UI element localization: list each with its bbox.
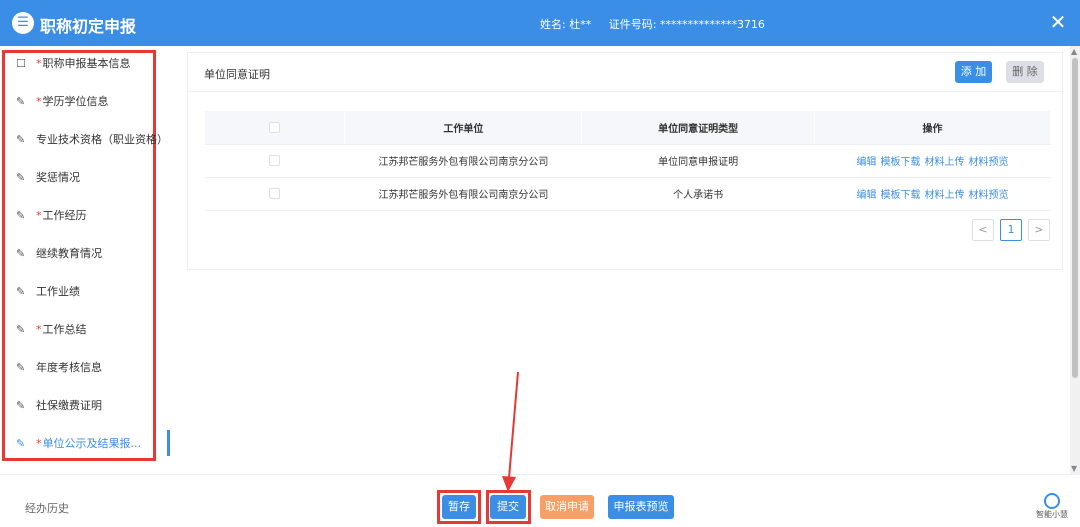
required-mark: * [36, 209, 42, 222]
type-cell: 个人承诺书 [581, 177, 815, 211]
row-select-cell[interactable] [205, 177, 345, 211]
column-header-type: 单位同意证明类型 [581, 111, 816, 145]
sidebar-item[interactable]: ✎ *工作总结 [16, 320, 87, 340]
sidebar-item[interactable]: ✎ *单位公示及结果报... [16, 434, 141, 454]
preview-link[interactable]: 材料预览 [969, 157, 1009, 168]
sidebar-item-label: 单位公示及结果报... [42, 437, 142, 450]
section-title: 单位同意证明 [204, 68, 270, 81]
sidebar-item-label: 职称申报基本信息 [42, 57, 131, 70]
pencil-icon: ✎ [16, 323, 26, 336]
upload-link[interactable]: 材料上传 [925, 157, 965, 168]
close-icon[interactable]: ✕ [1046, 10, 1070, 34]
scroll-down-icon[interactable]: ▼ [1071, 464, 1077, 473]
table-row: 江苏邦芒服务外包有限公司南京分公司 单位同意申报证明 编辑 模板下载 材料上传 材料预… [205, 144, 1051, 178]
row-select-cell[interactable] [205, 144, 345, 178]
arrow-line [508, 371, 519, 479]
sidebar-item-label: 专业技术资格（职业资格） [36, 133, 168, 146]
submit-button[interactable]: 提交 [490, 495, 526, 519]
current-page-button[interactable]: 1 [1000, 219, 1022, 241]
sidebar-item-label: 工作总结 [42, 323, 87, 336]
pencil-icon: ✎ [16, 171, 26, 184]
preview-link[interactable]: 材料预览 [969, 190, 1009, 201]
cancel-application-button[interactable]: 取消申请 [540, 495, 594, 519]
save-button[interactable]: 暂存 [442, 495, 476, 519]
table-row: 江苏邦芒服务外包有限公司南京分公司 个人承诺书 编辑 模板下载 材料上传 材料预览 [205, 177, 1051, 211]
add-button[interactable]: 添 加 [955, 61, 992, 83]
sidebar-item[interactable]: ✎ 奖惩情况 [16, 168, 80, 188]
sidebar-item-label: 学历学位信息 [42, 95, 109, 108]
type-cell: 单位同意申报证明 [581, 144, 815, 178]
delete-button[interactable]: 删 除 [1006, 61, 1044, 83]
active-indicator [167, 430, 170, 456]
upload-link[interactable]: 材料上传 [925, 190, 965, 201]
next-page-button[interactable]: > [1028, 219, 1050, 241]
sidebar-item[interactable]: ✎ 专业技术资格（职业资格） [16, 130, 168, 150]
assistant-label: 智能小慧 [1036, 510, 1068, 519]
sidebar-item[interactable]: ☐ *职称申报基本信息 [16, 54, 131, 74]
required-mark: * [36, 95, 42, 108]
consent-table: 工作单位 单位同意证明类型 操作 江苏邦芒服务外包有限公司南京分公司 单位同意申… [205, 111, 1051, 211]
sidebar-item-label: 奖惩情况 [36, 171, 80, 184]
edit-link[interactable]: 编辑 [857, 190, 877, 201]
edit-icon: ☐ [16, 57, 26, 70]
sidebar-item-label: 年度考核信息 [36, 361, 102, 374]
page-title: 职称初定申报 [40, 17, 137, 36]
id-label: 证件号码: **************3716 [608, 18, 765, 31]
main-panel: 单位同意证明 添 加 删 除 工作单位 单位同意证明类型 操作 江苏邦芒服务外包… [187, 52, 1063, 270]
divider [188, 91, 1062, 92]
pencil-icon: ✎ [16, 399, 26, 412]
required-mark: * [36, 437, 42, 450]
edit-link[interactable]: 编辑 [857, 157, 877, 168]
unit-cell: 江苏邦芒服务外包有限公司南京分公司 [344, 144, 582, 178]
select-all-cell[interactable] [205, 111, 346, 145]
sidebar-item[interactable]: ✎ *学历学位信息 [16, 92, 109, 112]
header-bar: ☰ 职称初定申报 姓名: 杜** 证件号码: **************371… [0, 0, 1080, 46]
assistant-button[interactable]: 智能小慧 [1034, 493, 1070, 520]
required-mark: * [36, 57, 42, 70]
history-link[interactable]: 经办历史 [25, 500, 69, 516]
headset-icon [1044, 493, 1060, 509]
pencil-icon: ✎ [16, 285, 26, 298]
actions-cell: 编辑 模板下载 材料上传 材料预览 [814, 177, 1051, 211]
scroll-up-icon[interactable]: ▲ [1071, 47, 1077, 56]
required-mark: * [36, 323, 42, 336]
form-preview-button[interactable]: 申报表预览 [608, 495, 674, 519]
pencil-icon: ✎ [16, 247, 26, 260]
sidebar-item[interactable]: ✎ *工作经历 [16, 206, 87, 226]
column-header-unit: 工作单位 [344, 111, 583, 145]
prev-page-button[interactable]: < [972, 219, 994, 241]
pencil-icon: ✎ [16, 133, 26, 146]
sidebar-item-label: 工作业绩 [36, 285, 80, 298]
footer-bar: 经办历史 暂存 提交 取消申请 申报表预览 智能小慧 [0, 474, 1080, 527]
sidebar-item[interactable]: ✎ 继续教育情况 [16, 244, 102, 264]
scrollbar-thumb[interactable] [1072, 58, 1078, 378]
sidebar-item[interactable]: ✎ 社保缴费证明 [16, 396, 102, 416]
sidebar-item-label: 继续教育情况 [36, 247, 102, 260]
pencil-icon: ✎ [16, 361, 26, 374]
select-all-checkbox[interactable] [269, 121, 281, 133]
name-label: 姓名: 杜** [540, 18, 592, 31]
sidebar-item-label: 社保缴费证明 [36, 399, 102, 412]
row-checkbox[interactable] [269, 187, 281, 199]
actions-cell: 编辑 模板下载 材料上传 材料预览 [814, 144, 1051, 178]
sidebar-item[interactable]: ✎ 年度考核信息 [16, 358, 102, 378]
column-header-actions: 操作 [814, 111, 1051, 145]
template-download-link[interactable]: 模板下载 [881, 190, 921, 201]
row-checkbox[interactable] [269, 154, 281, 166]
user-info: 姓名: 杜** 证件号码: **************3716 [540, 16, 779, 32]
pencil-icon: ✎ [16, 209, 26, 222]
scrollbar[interactable]: ▲ ▼ [1070, 46, 1080, 474]
template-download-link[interactable]: 模板下载 [881, 157, 921, 168]
list-icon: ☰ [12, 12, 34, 34]
unit-cell: 江苏邦芒服务外包有限公司南京分公司 [344, 177, 582, 211]
pencil-icon: ✎ [16, 437, 26, 450]
sidebar-item-label: 工作经历 [42, 209, 87, 222]
sidebar: ☐ *职称申报基本信息 ✎ *学历学位信息 ✎ 专业技术资格（职业资格） ✎ 奖惩情况 ✎ *工作… [0, 46, 170, 464]
sidebar-item[interactable]: ✎ 工作业绩 [16, 282, 80, 302]
pencil-icon: ✎ [16, 95, 26, 108]
